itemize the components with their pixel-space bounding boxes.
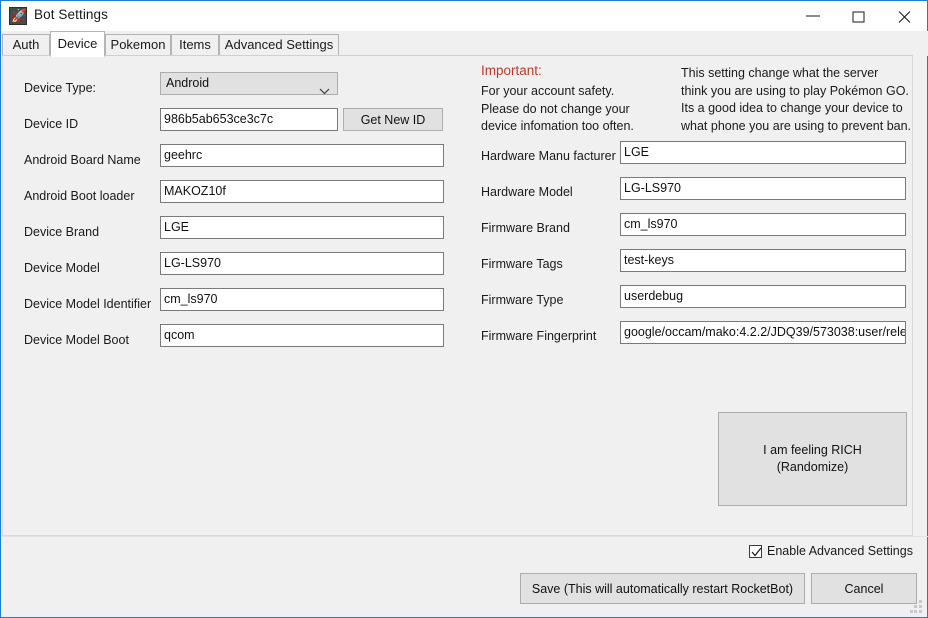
randomize-button-line1: I am feeling RICH bbox=[763, 443, 862, 457]
hardware-model-input[interactable]: LG-LS970 bbox=[620, 177, 906, 200]
tab-items[interactable]: Items bbox=[171, 34, 219, 56]
device-type-value: Android bbox=[166, 76, 210, 90]
device-model-boot-label: Device Model Boot bbox=[24, 333, 129, 347]
chevron-down-icon bbox=[319, 81, 330, 102]
android-board-name-input[interactable]: geehrc bbox=[160, 144, 444, 167]
device-model-identifier-label: Device Model Identifier bbox=[24, 297, 152, 311]
device-brand-input[interactable]: LGE bbox=[160, 216, 444, 239]
device-model-input[interactable]: LG-LS970 bbox=[160, 252, 444, 275]
cancel-button[interactable]: Cancel bbox=[811, 573, 917, 604]
device-id-label: Device ID bbox=[24, 117, 79, 131]
minimize-button[interactable] bbox=[790, 1, 836, 31]
device-model-label: Device Model bbox=[24, 261, 100, 275]
device-type-label: Device Type: bbox=[24, 81, 97, 95]
title-bar: 🚀 Bot Settings bbox=[1, 1, 927, 31]
tab-pokemon[interactable]: Pokemon bbox=[105, 34, 171, 56]
firmware-tags-input[interactable]: test-keys bbox=[620, 249, 906, 272]
footer-divider bbox=[2, 536, 928, 537]
checkmark-icon bbox=[751, 547, 762, 557]
maximize-button[interactable] bbox=[836, 1, 882, 31]
close-button[interactable] bbox=[882, 1, 928, 31]
randomize-button[interactable]: I am feeling RICH (Randomize) bbox=[718, 412, 907, 506]
tab-auth[interactable]: Auth bbox=[2, 34, 50, 56]
important-note-left: For your account safety. Please do not c… bbox=[481, 84, 634, 133]
android-boot-loader-input[interactable]: MAKOZ10f bbox=[160, 180, 444, 203]
firmware-type-input[interactable]: userdebug bbox=[620, 285, 906, 308]
enable-advanced-settings-label: Enable Advanced Settings bbox=[767, 544, 913, 558]
resize-grip[interactable] bbox=[910, 600, 923, 613]
randomize-button-line2: (Randomize) bbox=[776, 460, 849, 474]
firmware-brand-label: Firmware Brand bbox=[481, 221, 570, 235]
window-title: Bot Settings bbox=[34, 7, 108, 22]
android-board-name-label: Android Board Name bbox=[24, 153, 141, 167]
hardware-manufacturer-label: Hardware Manu facturer bbox=[481, 149, 616, 163]
android-boot-loader-label: Android Boot loader bbox=[24, 189, 135, 203]
bot-settings-window: 🚀 Bot Settings Auth Device Pokemon Items… bbox=[0, 0, 928, 618]
firmware-fingerprint-label: Firmware Fingerprint bbox=[481, 329, 597, 343]
device-tab-panel: Device Type: Android Device ID 986b5ab65… bbox=[2, 55, 913, 536]
firmware-type-label: Firmware Type bbox=[481, 293, 564, 307]
tab-device[interactable]: Device bbox=[50, 31, 105, 57]
firmware-fingerprint-input[interactable]: google/occam/mako:4.2.2/JDQ39/573038:use… bbox=[620, 321, 906, 344]
save-button[interactable]: Save (This will automatically restart Ro… bbox=[520, 573, 805, 604]
important-note-right: This setting change what the server thin… bbox=[681, 66, 912, 133]
rocket-icon: 🚀 bbox=[9, 7, 27, 25]
firmware-brand-input[interactable]: cm_ls970 bbox=[620, 213, 906, 236]
device-id-input[interactable]: 986b5ab653ce3c7c bbox=[160, 108, 338, 131]
device-model-boot-input[interactable]: qcom bbox=[160, 324, 444, 347]
hardware-manufacturer-input[interactable]: LGE bbox=[620, 141, 906, 164]
device-type-select[interactable]: Android bbox=[160, 72, 338, 95]
tab-strip: Auth Device Pokemon Items Advanced Setti… bbox=[2, 31, 928, 57]
get-new-id-button[interactable]: Get New ID bbox=[343, 108, 443, 131]
device-brand-label: Device Brand bbox=[24, 225, 100, 239]
device-model-identifier-input[interactable]: cm_ls970 bbox=[160, 288, 444, 311]
tab-advanced-settings[interactable]: Advanced Settings bbox=[219, 34, 339, 56]
checkbox-box[interactable] bbox=[749, 545, 762, 558]
important-heading: Important: bbox=[481, 63, 542, 78]
firmware-tags-label: Firmware Tags bbox=[481, 257, 563, 271]
hardware-model-label: Hardware Model bbox=[481, 185, 573, 199]
